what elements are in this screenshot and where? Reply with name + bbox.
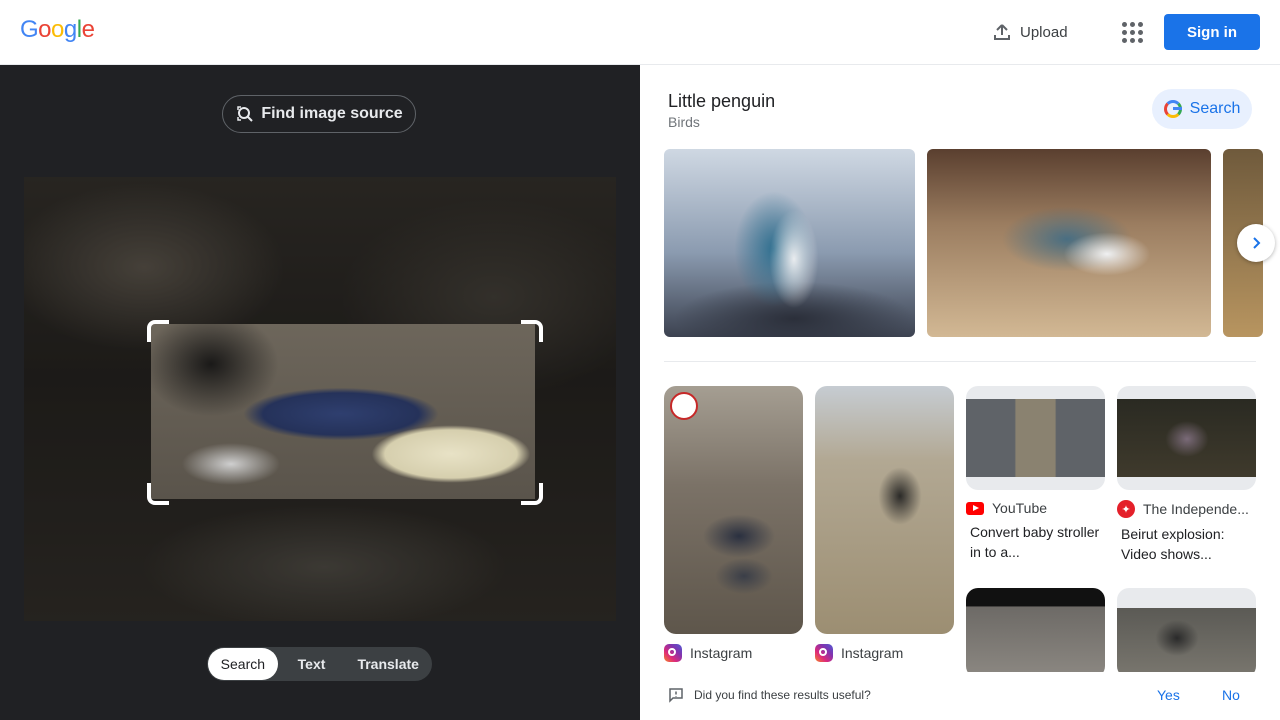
crop-selection[interactable] (151, 324, 535, 499)
crop-handle-top-left[interactable] (147, 320, 169, 342)
entity-subtitle: Birds (668, 114, 700, 130)
google-g-icon (1163, 100, 1182, 118)
sign-in-button[interactable]: Sign in (1164, 14, 1260, 50)
tab-translate[interactable]: Translate (345, 648, 431, 680)
entity-title[interactable]: Little penguin (668, 91, 775, 112)
entity-search-button[interactable]: Search (1152, 89, 1252, 129)
logo-letter: e (81, 16, 95, 43)
instagram-icon (815, 644, 833, 662)
result-title[interactable]: Convert baby stroller in to a... (966, 522, 1105, 562)
entity-image-1[interactable] (664, 149, 915, 337)
upload-icon (994, 24, 1010, 40)
result-card[interactable]: ✦ The Independe... Beirut explosion: Vid… (1117, 386, 1256, 564)
result-card[interactable]: Instagram (664, 386, 803, 662)
channel-logo (670, 392, 698, 420)
uploaded-image[interactable] (24, 177, 616, 621)
result-source-label: Instagram (690, 645, 753, 661)
crop-handle-bottom-left[interactable] (147, 483, 169, 505)
result-source: ✦ The Independe... (1117, 500, 1256, 518)
result-source: Instagram (664, 644, 803, 662)
result-source-label: The Independe... (1143, 501, 1249, 517)
result-thumbnail[interactable] (1117, 588, 1256, 678)
result-title[interactable]: Beirut explosion: Video shows... (1117, 524, 1256, 564)
result-thumbnail[interactable] (815, 386, 954, 634)
image-panel: Find image source Search Text Translate (0, 65, 640, 720)
feedback-yes-button[interactable]: Yes (1157, 687, 1180, 703)
feedback-question: Did you find these results useful? (694, 688, 871, 702)
feedback-no-button[interactable]: No (1222, 687, 1240, 703)
logo-letter: G (20, 16, 39, 43)
result-thumbnail[interactable] (1117, 386, 1256, 490)
lens-search-icon (237, 106, 254, 122)
result-card[interactable] (966, 588, 1105, 678)
carousel-next-button[interactable] (1237, 224, 1275, 262)
logo-letter: g (63, 16, 77, 43)
crop-handle-bottom-right[interactable] (521, 483, 543, 505)
crop-handle-top-right[interactable] (521, 320, 543, 342)
tab-search[interactable]: Search (208, 648, 278, 680)
result-source-label: Instagram (841, 645, 904, 661)
youtube-icon (966, 501, 984, 515)
result-source: Instagram (815, 644, 954, 662)
feedback-icon (669, 688, 683, 703)
logo-letter: o (51, 16, 64, 43)
video-frame (1117, 608, 1256, 678)
upload-label: Upload (1020, 23, 1068, 41)
result-thumbnail[interactable] (664, 386, 803, 634)
video-frame (1117, 399, 1256, 477)
feedback-bar: Did you find these results useful? Yes N… (640, 672, 1280, 720)
entity-image-2[interactable] (927, 149, 1211, 337)
section-divider (664, 361, 1256, 362)
result-card[interactable] (1117, 588, 1256, 678)
upload-button[interactable]: Upload (992, 20, 1068, 44)
entity-search-label: Search (1189, 100, 1241, 117)
top-bar: Google Upload Sign in (0, 0, 1280, 65)
result-thumbnail[interactable] (966, 386, 1105, 490)
find-image-source-label: Find image source (261, 105, 403, 122)
logo-letter: o (38, 16, 52, 43)
result-card[interactable]: Instagram (815, 386, 954, 662)
results-panel: Little penguin Birds Search Instagram In… (640, 65, 1280, 720)
tab-text[interactable]: Text (278, 648, 346, 680)
independent-icon: ✦ (1117, 500, 1135, 518)
result-card[interactable]: YouTube Convert baby stroller in to a... (966, 386, 1105, 562)
apps-grid-icon[interactable] (1120, 20, 1144, 44)
google-logo[interactable]: Google (20, 16, 95, 44)
result-source: YouTube (966, 500, 1105, 516)
result-thumbnail[interactable] (966, 588, 1105, 678)
mode-tabs: Search Text Translate (207, 647, 432, 681)
instagram-icon (664, 644, 682, 662)
find-image-source-button[interactable]: Find image source (222, 95, 416, 133)
result-source-label: YouTube (992, 500, 1048, 516)
chevron-right-icon (1253, 237, 1261, 249)
video-frame (966, 399, 1105, 477)
